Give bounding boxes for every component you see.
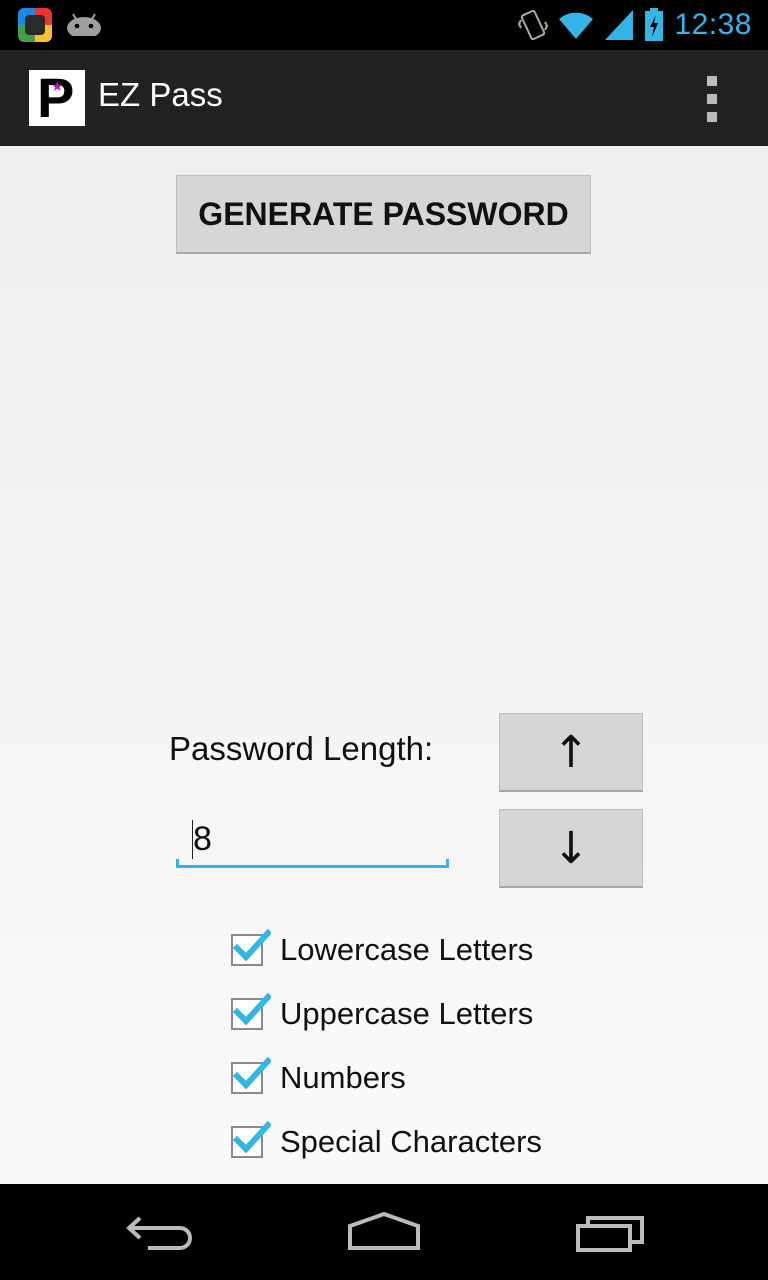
password-length-input[interactable]: 8	[176, 812, 449, 868]
overflow-menu-icon[interactable]	[700, 76, 724, 122]
back-icon[interactable]	[124, 1208, 196, 1256]
numbers-checkbox[interactable]	[231, 1056, 271, 1094]
main-content: GENERATE PASSWORD Password Length: ↑ 8 ↓…	[0, 146, 768, 1184]
clock: 12:38	[674, 8, 752, 41]
lowercase-label: Lowercase Letters	[280, 932, 534, 967]
lowercase-checkbox[interactable]	[231, 928, 271, 966]
vibrate-icon	[518, 9, 549, 41]
android-notification-icon	[67, 13, 101, 36]
password-length-value: 8	[192, 820, 212, 859]
checkmark-icon	[232, 1056, 271, 1090]
wifi-icon	[559, 12, 594, 39]
phone-app-notification-icon	[18, 8, 52, 42]
star-icon: ★	[51, 79, 64, 95]
checkmark-icon	[232, 1120, 271, 1154]
special-label: Special Characters	[280, 1124, 542, 1159]
uppercase-label: Uppercase Letters	[280, 996, 534, 1031]
uppercase-checkbox[interactable]	[231, 992, 271, 1030]
home-icon[interactable]	[346, 1208, 422, 1256]
signal-icon	[605, 10, 634, 40]
app-icon-letter: P	[37, 66, 75, 129]
checkmark-icon	[232, 928, 271, 962]
option-uppercase[interactable]: Uppercase Letters	[231, 992, 534, 1034]
navigation-bar	[0, 1184, 768, 1280]
decrease-length-button[interactable]: ↓	[499, 809, 643, 888]
app-title: EZ Pass	[98, 76, 223, 113]
app-icon[interactable]: P ★	[29, 66, 85, 129]
generate-password-button[interactable]: GENERATE PASSWORD	[176, 175, 591, 254]
special-checkbox[interactable]	[231, 1120, 271, 1158]
menu-dot	[707, 94, 717, 104]
option-special[interactable]: Special Characters	[231, 1120, 542, 1162]
password-length-label: Password Length:	[169, 730, 434, 767]
recents-icon[interactable]	[574, 1208, 646, 1256]
arrow-up-icon: ↑	[552, 726, 590, 778]
action-bar: P ★ EZ Pass	[0, 50, 768, 147]
option-lowercase[interactable]: Lowercase Letters	[231, 928, 534, 970]
arrow-down-icon: ↓	[552, 822, 590, 874]
menu-dot	[707, 76, 717, 86]
increase-length-button[interactable]: ↑	[499, 713, 643, 792]
menu-dot	[707, 112, 717, 122]
option-numbers[interactable]: Numbers	[231, 1056, 406, 1098]
checkmark-icon	[232, 992, 271, 1026]
status-bar: 12:38	[0, 0, 768, 50]
numbers-label: Numbers	[280, 1060, 406, 1095]
battery-charging-icon	[645, 8, 664, 41]
